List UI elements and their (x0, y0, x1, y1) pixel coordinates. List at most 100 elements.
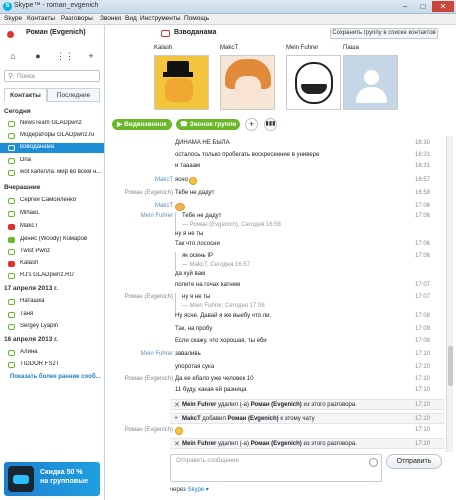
menu-tools[interactable]: Инструменты (140, 15, 181, 22)
search-icon: ⚲ (8, 73, 14, 80)
group-call-button[interactable]: ☎ Звонок группе (176, 119, 240, 130)
participant-avatar (154, 55, 209, 110)
emoticon-picker-icon[interactable] (369, 458, 378, 467)
list-item[interactable]: Таня (0, 310, 104, 320)
participant-avatar (343, 55, 398, 110)
menu-skype[interactable]: Skype (4, 15, 22, 22)
conversation-title[interactable]: Взводанама (174, 29, 216, 36)
list-item[interactable]: Алина (0, 348, 104, 358)
phone-icon: ☎ (179, 121, 190, 128)
group-today: Сегодня (4, 108, 31, 115)
list-item[interactable]: RJ's GLADpwnz.RU (0, 271, 104, 281)
chat-message: Роман (Evgenich) Тебе не дадут 16:58 (124, 190, 431, 196)
contacts-icon[interactable]: ● (30, 51, 46, 63)
message-input[interactable]: Отправить сообщение (170, 454, 382, 482)
ad-image (8, 466, 34, 492)
group-chat-icon (8, 211, 15, 217)
list-item[interactable]: Наташка (0, 297, 104, 307)
add-contact-icon[interactable]: + (83, 51, 99, 63)
message-placeholder: Отправить сообщение (176, 458, 239, 464)
send-via[interactable]: через Skype ▾ (170, 486, 209, 493)
remove-icon: ✕ (174, 402, 180, 409)
chat-message: Ну ясне. Давай я же выебу что ли. 17:08 (175, 313, 431, 319)
emoticon-icon (175, 203, 185, 211)
profile-name[interactable]: Роман (Evgenich) (26, 29, 86, 36)
tab-recent[interactable]: Последние (47, 88, 100, 102)
group-chat-icon (161, 30, 170, 37)
contact-status-icon (8, 237, 15, 243)
ad-banner[interactable]: Скидка 50 % на групповые (4, 462, 100, 496)
group-chat-icon (8, 350, 15, 356)
chat-message: да хуй вам (175, 271, 206, 277)
chat-scrollbar[interactable] (446, 136, 453, 452)
chat-message: Так, на пробу 17:09 (175, 326, 431, 332)
video-call-button[interactable]: ▶ Видеозвонок (112, 119, 172, 130)
chat-message: MakcT ясно 16:57 (155, 177, 431, 185)
skype-logo-icon: S (3, 2, 12, 11)
list-item[interactable]: TIDDOR FS2T (0, 360, 104, 370)
list-item[interactable]: MakcT (0, 222, 104, 232)
chat-message: Если скажу, что хорошая, ты еби 17:09 (175, 338, 431, 344)
list-item[interactable]: Kalash (0, 259, 104, 269)
group-chat-icon (8, 121, 15, 127)
menu-conversations[interactable]: Разговоры (61, 15, 93, 22)
chat-message: Mein Fuhrer заваливь 17:10 (140, 351, 431, 357)
group-chat-icon (8, 170, 15, 176)
system-message: ✕ Mein Fuhrer удалил (-а) Роман (Evgenic… (170, 438, 445, 449)
chat-message: Роман (Evgenich) Да ее ебало уже человек … (124, 376, 431, 382)
chat-message: Роман (Evgenich) 17:10 (124, 427, 431, 435)
group-chat-icon (8, 249, 15, 255)
group-chat-icon (8, 299, 15, 305)
list-item[interactable]: Денис (Woody) Комаров (0, 235, 104, 245)
tab-contacts[interactable]: Контакты (4, 88, 47, 102)
menu-help[interactable]: Помощь (184, 15, 209, 22)
chat-message: полите на гочах катнем 17:07 (175, 282, 431, 288)
list-item-selected[interactable]: Взводанама (0, 143, 104, 153)
list-item[interactable]: wot капелла. мир во всем н... (0, 168, 104, 178)
signal-icon[interactable]: ▮▮▮ (264, 118, 277, 131)
menu-contacts[interactable]: Контакты (27, 15, 55, 22)
system-message: ✕ Mein Fuhrer удалил (-а) Роман (Evgenic… (170, 399, 445, 410)
group-chat-icon (8, 145, 15, 151)
dialpad-icon[interactable]: ⋮⋮ (56, 51, 74, 63)
list-item[interactable]: Twist Pwnz (0, 247, 104, 257)
list-item[interactable]: NewsTeam GLADpwnz (0, 119, 104, 129)
group-yesterday: Вчерашние (4, 184, 41, 191)
group-chat-icon (8, 312, 15, 318)
send-button[interactable]: Отправить (386, 454, 442, 469)
chat-message: осталось только пробегать воскресенние в… (175, 152, 431, 158)
minimize-button[interactable]: – (396, 1, 414, 12)
list-item[interactable]: Sergey Lyapin (0, 322, 104, 332)
menu-bar: Skype Контакты Разговоры Звонки Вид Инст… (0, 14, 456, 25)
chat-message: ну я не ты (175, 231, 204, 237)
save-group-button[interactable]: Сохранить группу в списке контактов (330, 28, 438, 39)
group-chat-icon (8, 158, 15, 164)
list-item[interactable]: Dna (0, 156, 104, 166)
home-icon[interactable]: ⌂ (5, 51, 21, 63)
status-icon[interactable] (7, 31, 14, 38)
participant-avatar (220, 55, 275, 110)
close-button[interactable]: ✕ (432, 1, 454, 12)
list-item[interactable]: Сергей Самойленко (0, 196, 104, 206)
list-item[interactable]: Модераторы GLADpwnz.ru (0, 131, 104, 141)
ad-line2: на групповые (40, 478, 88, 485)
add-button[interactable]: + (245, 118, 258, 131)
menu-calls[interactable]: Звонки (100, 15, 121, 22)
list-item[interactable]: MihaeL (0, 209, 104, 219)
search-box[interactable]: ⚲ Поиск (4, 70, 100, 82)
group-apr17: 17 апреля 2013 г. (4, 285, 59, 292)
chat-message: Так что лососни 17:06 (175, 241, 431, 247)
ad-line1: Скидка 50 % (40, 469, 83, 476)
participant-avatar (286, 55, 341, 110)
chat-history: ДИНАМА НЕ БЫЛА 16:30 осталось только проб… (110, 136, 445, 452)
search-placeholder: Поиск (17, 73, 36, 80)
show-more-link[interactable]: Показать более ранние сооб... (10, 374, 101, 380)
contact-status-icon (8, 261, 15, 267)
window-title: Skype™ - roman_evgenich (14, 2, 99, 9)
group-chat-icon (8, 324, 15, 330)
group-apr16: 16 апреля 2013 г. (4, 336, 59, 343)
maximize-button[interactable]: □ (414, 1, 432, 12)
menu-view[interactable]: Вид (125, 15, 137, 22)
group-chat-icon (8, 198, 15, 204)
remove-icon: ✕ (174, 441, 180, 448)
